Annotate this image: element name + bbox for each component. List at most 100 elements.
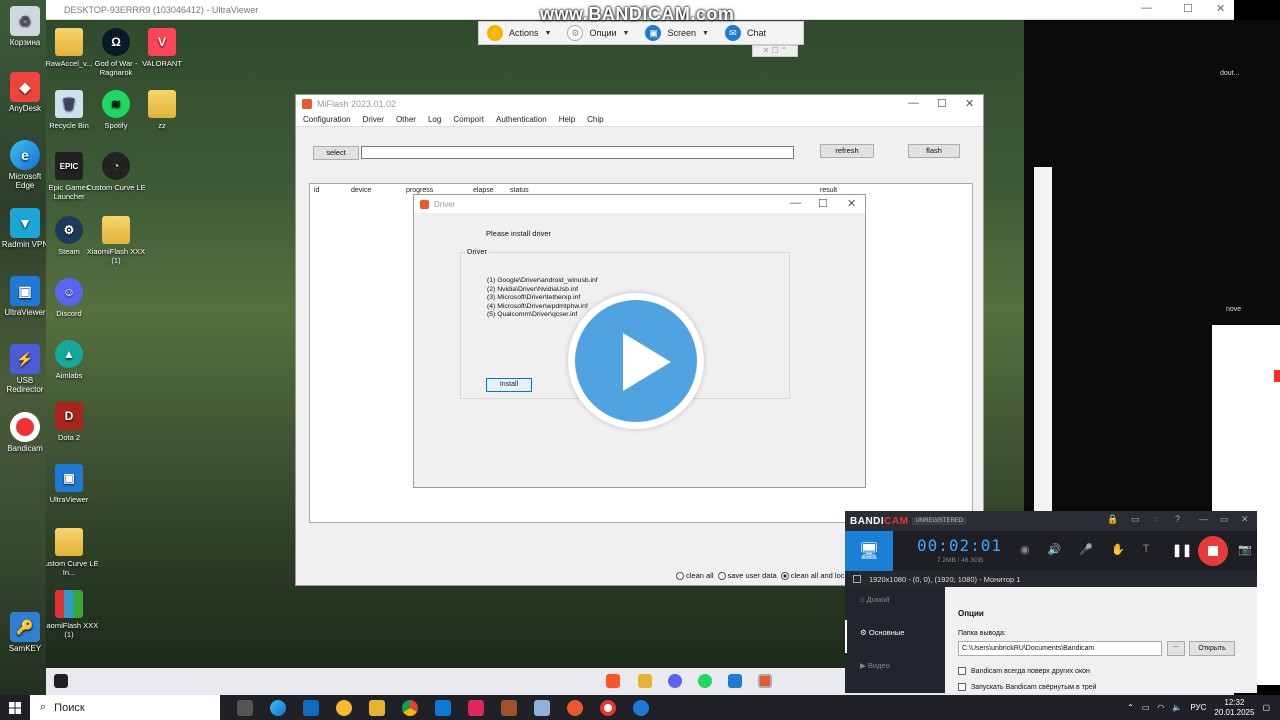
remote-icon-custom-curve-in[interactable]: Custom Curve LE In...	[46, 528, 99, 577]
settings-icon[interactable]: ◌	[1153, 514, 1158, 524]
minimize-icon[interactable]: —	[908, 97, 919, 109]
miflash-icon[interactable]	[567, 699, 583, 716]
nav-video[interactable]: ▶ Видео	[845, 653, 945, 686]
start-minimized-checkbox[interactable]: Запускать Bandicam свёрнутым в трей	[958, 683, 1097, 691]
output-folder-input[interactable]: C:\Users\unbrickRU\Documents\Bandicam	[958, 641, 1162, 656]
desktop-icon-recycle[interactable]: ♻ Корзина	[0, 6, 50, 47]
close-icon[interactable]: ✕	[847, 197, 856, 210]
remote-start-icon[interactable]	[54, 674, 68, 688]
explorer-icon[interactable]	[638, 674, 652, 688]
brave-icon[interactable]	[606, 674, 620, 688]
install-button[interactable]: Install	[486, 378, 532, 392]
app-icon-2[interactable]	[468, 699, 484, 716]
start-button[interactable]	[0, 695, 30, 720]
clock[interactable]: 12:32 20.01.2025	[1214, 698, 1254, 718]
chat-button[interactable]: ✉ Chat	[717, 22, 774, 44]
always-on-top-checkbox[interactable]: Bandicam всегда поверх других окон	[958, 667, 1090, 675]
close-icon[interactable]: ✕	[1216, 2, 1225, 15]
maximize-icon[interactable]: ☐	[937, 97, 947, 110]
mouse-icon[interactable]: ✋	[1111, 543, 1125, 556]
remote-icon-xiaomiflash[interactable]: XiaomiFlash XXX (1)	[86, 216, 146, 265]
remote-icon-dota[interactable]: D Dota 2	[46, 402, 99, 442]
restore-icon[interactable]: ▭	[1220, 514, 1229, 525]
minimize-icon[interactable]: —	[1199, 514, 1208, 524]
remote-icon-xiaomiflash-2[interactable]: XiaomiFlash XXX (1)	[46, 590, 99, 639]
select-button[interactable]: select	[313, 146, 359, 160]
remote-icon-custom-curve[interactable]: ◔ Custom Curve LE	[86, 152, 146, 192]
app-icon-4[interactable]	[534, 699, 550, 716]
actions-menu[interactable]: ⚡ Actions ▼	[479, 22, 559, 44]
wifi-icon[interactable]: ◠	[1157, 703, 1164, 712]
help-icon[interactable]: ?	[1175, 514, 1180, 524]
screen-menu[interactable]: ▣ Screen ▼	[637, 22, 716, 44]
flash-button[interactable]: flash	[908, 144, 960, 158]
spotify-icon[interactable]	[698, 674, 712, 688]
menu-help[interactable]: Help	[559, 115, 575, 124]
minimize-icon[interactable]: —	[790, 197, 801, 209]
refresh-button[interactable]: refresh	[820, 144, 874, 158]
microphone-icon[interactable]: 🎤	[1079, 543, 1093, 556]
desktop-icon-bandicam[interactable]: Bandicam	[0, 412, 50, 453]
screen-mode-icon[interactable]: 🖥	[845, 531, 893, 571]
chevron-up-icon[interactable]: ⌃	[1127, 703, 1134, 712]
task-view-icon[interactable]	[237, 699, 253, 716]
menu-chip[interactable]: Chip	[587, 115, 603, 124]
network-icon[interactable]: ▭	[1142, 703, 1150, 712]
remote-icon-ultraviewer[interactable]: ▣ UltraViewer	[46, 464, 99, 504]
remote-icon-zz[interactable]: zz	[132, 90, 192, 130]
desktop-icon-radmin[interactable]: ▼ Radmin VPN	[0, 208, 50, 249]
close-icon[interactable]: ✕	[965, 97, 974, 110]
maximize-icon[interactable]: ☐	[1183, 2, 1193, 15]
language-indicator[interactable]: РУС	[1190, 703, 1206, 712]
camera-icon[interactable]: 📷	[1238, 543, 1252, 556]
option-clean-all-lock[interactable]: clean all and loc	[780, 571, 845, 581]
nav-home[interactable]: ⌂ Домой	[845, 587, 945, 620]
options-menu[interactable]: ⚙ Опции ▼	[559, 22, 637, 44]
menu-authentication[interactable]: Authentication	[496, 115, 547, 124]
notification-icon[interactable]: ▢	[1262, 703, 1270, 712]
maximize-icon[interactable]: ☐	[818, 197, 828, 210]
app-icon[interactable]	[336, 699, 352, 716]
play-icon[interactable]	[568, 293, 704, 429]
menu-log[interactable]: Log	[428, 115, 441, 124]
folder-icon[interactable]: ▭	[1131, 514, 1140, 525]
outlook-icon[interactable]	[303, 699, 319, 716]
remote-icon-aimlabs[interactable]: ▲ Aimlabs	[46, 340, 99, 380]
close-icon[interactable]: ✕	[1241, 514, 1249, 525]
remote-icon-valorant[interactable]: V VALORANT	[132, 28, 192, 68]
miflash-icon[interactable]	[758, 674, 772, 688]
menu-driver[interactable]: Driver	[363, 115, 384, 124]
desktop-icon-ultraviewer[interactable]: ▣ UltraViewer	[0, 276, 50, 317]
app-icon-3[interactable]	[501, 699, 517, 716]
lock-icon[interactable]: 🔒	[1107, 514, 1118, 525]
option-save-user-data[interactable]: save user data	[717, 571, 777, 581]
webcam-icon[interactable]: ◉	[1020, 543, 1030, 556]
capture-area-row[interactable]: 1920x1080 - (0, 0), (1920, 1080) - Монит…	[845, 571, 1257, 587]
menu-configuration[interactable]: Configuration	[303, 115, 351, 124]
ultraviewer-icon[interactable]	[633, 699, 649, 716]
desktop-icon-anydesk[interactable]: ◆ AnyDesk	[0, 72, 50, 113]
rom-path-input[interactable]	[361, 146, 794, 159]
option-clean-all[interactable]: clean all	[676, 571, 714, 581]
toolbar-pin-controls[interactable]: ✕ ☐ ⌃	[752, 45, 798, 57]
desktop-icon-samkey[interactable]: 🔑 SamKEY	[0, 612, 50, 653]
desktop-icon-edge[interactable]: e Microsoft Edge	[0, 140, 50, 190]
browse-button[interactable]: ...	[1167, 641, 1185, 656]
edge-icon[interactable]	[270, 699, 286, 716]
speaker-icon[interactable]: 🔊	[1048, 543, 1062, 556]
menu-comport[interactable]: Comport	[453, 115, 484, 124]
ultraviewer-icon[interactable]	[728, 674, 742, 688]
chrome-icon[interactable]	[402, 699, 418, 716]
remote-icon-discord[interactable]: ☺ Discord	[46, 278, 99, 318]
store-icon[interactable]	[435, 699, 451, 716]
desktop-icon-usb-redirector[interactable]: ⚡ USB Redirector	[0, 344, 50, 394]
discord-icon[interactable]	[668, 674, 682, 688]
open-folder-button[interactable]: Открыть	[1189, 641, 1235, 656]
volume-icon[interactable]: 🔈	[1172, 703, 1182, 712]
menu-other[interactable]: Other	[396, 115, 416, 124]
minimize-icon[interactable]: —	[1141, 2, 1152, 14]
nav-general[interactable]: ⚙ Основные	[845, 620, 945, 653]
taskbar-search[interactable]: ⌕ Поиск	[30, 695, 220, 720]
explorer-icon[interactable]	[369, 699, 385, 716]
bandicam-icon[interactable]	[600, 699, 616, 716]
